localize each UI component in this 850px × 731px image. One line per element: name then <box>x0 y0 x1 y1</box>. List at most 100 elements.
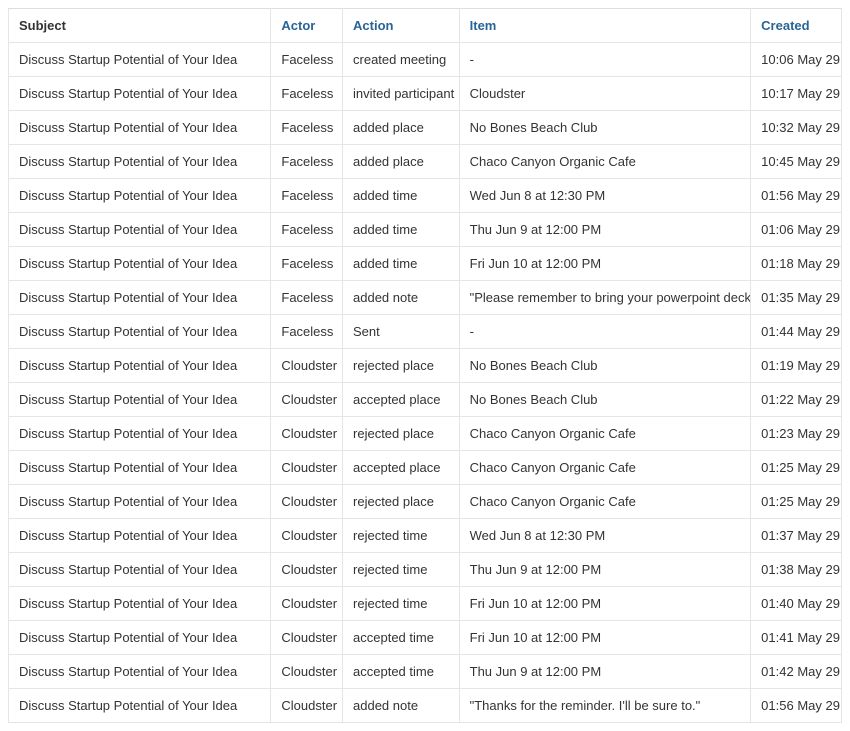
cell-subject: Discuss Startup Potential of Your Idea <box>9 451 271 485</box>
cell-created: 01:19 May 29 <box>751 349 842 383</box>
cell-subject: Discuss Startup Potential of Your Idea <box>9 43 271 77</box>
cell-item: - <box>459 43 751 77</box>
table-row: Discuss Startup Potential of Your IdeaCl… <box>9 451 842 485</box>
cell-created: 10:32 May 29 <box>751 111 842 145</box>
cell-subject: Discuss Startup Potential of Your Idea <box>9 349 271 383</box>
cell-subject: Discuss Startup Potential of Your Idea <box>9 587 271 621</box>
cell-actor: Faceless <box>271 213 343 247</box>
table-row: Discuss Startup Potential of Your IdeaFa… <box>9 315 842 349</box>
col-header-actor[interactable]: Actor <box>271 9 343 43</box>
cell-created: 01:23 May 29 <box>751 417 842 451</box>
cell-subject: Discuss Startup Potential of Your Idea <box>9 383 271 417</box>
cell-actor: Cloudster <box>271 451 343 485</box>
cell-item: Thu Jun 9 at 12:00 PM <box>459 655 751 689</box>
table-row: Discuss Startup Potential of Your IdeaCl… <box>9 417 842 451</box>
table-row: Discuss Startup Potential of Your IdeaCl… <box>9 587 842 621</box>
cell-created: 01:22 May 29 <box>751 383 842 417</box>
cell-action: accepted place <box>343 383 460 417</box>
table-row: Discuss Startup Potential of Your IdeaFa… <box>9 145 842 179</box>
cell-item: "Please remember to bring your powerpoin… <box>459 281 751 315</box>
cell-subject: Discuss Startup Potential of Your Idea <box>9 213 271 247</box>
cell-actor: Cloudster <box>271 587 343 621</box>
cell-subject: Discuss Startup Potential of Your Idea <box>9 247 271 281</box>
cell-action: added note <box>343 689 460 723</box>
cell-actor: Faceless <box>271 77 343 111</box>
table-row: Discuss Startup Potential of Your IdeaFa… <box>9 281 842 315</box>
table-row: Discuss Startup Potential of Your IdeaFa… <box>9 111 842 145</box>
table-row: Discuss Startup Potential of Your IdeaCl… <box>9 485 842 519</box>
cell-created: 10:06 May 29 <box>751 43 842 77</box>
table-row: Discuss Startup Potential of Your IdeaFa… <box>9 179 842 213</box>
cell-item: Fri Jun 10 at 12:00 PM <box>459 621 751 655</box>
cell-actor: Cloudster <box>271 519 343 553</box>
cell-actor: Cloudster <box>271 417 343 451</box>
cell-action: accepted time <box>343 621 460 655</box>
table-body: Discuss Startup Potential of Your IdeaFa… <box>9 43 842 723</box>
cell-subject: Discuss Startup Potential of Your Idea <box>9 553 271 587</box>
cell-action: rejected time <box>343 519 460 553</box>
cell-action: added note <box>343 281 460 315</box>
table-row: Discuss Startup Potential of Your IdeaCl… <box>9 689 842 723</box>
cell-subject: Discuss Startup Potential of Your Idea <box>9 519 271 553</box>
col-header-item[interactable]: Item <box>459 9 751 43</box>
cell-created: 01:06 May 29 <box>751 213 842 247</box>
table-row: Discuss Startup Potential of Your IdeaCl… <box>9 655 842 689</box>
cell-item: Cloudster <box>459 77 751 111</box>
cell-created: 10:17 May 29 <box>751 77 842 111</box>
cell-subject: Discuss Startup Potential of Your Idea <box>9 111 271 145</box>
cell-subject: Discuss Startup Potential of Your Idea <box>9 145 271 179</box>
cell-action: accepted place <box>343 451 460 485</box>
cell-item: "Thanks for the reminder. I'll be sure t… <box>459 689 751 723</box>
cell-action: added place <box>343 145 460 179</box>
cell-subject: Discuss Startup Potential of Your Idea <box>9 417 271 451</box>
cell-item: Wed Jun 8 at 12:30 PM <box>459 179 751 213</box>
cell-action: created meeting <box>343 43 460 77</box>
cell-created: 01:37 May 29 <box>751 519 842 553</box>
cell-created: 01:44 May 29 <box>751 315 842 349</box>
cell-action: added time <box>343 213 460 247</box>
table-row: Discuss Startup Potential of Your IdeaFa… <box>9 43 842 77</box>
cell-created: 01:56 May 29 <box>751 179 842 213</box>
cell-action: Sent <box>343 315 460 349</box>
cell-created: 01:25 May 29 <box>751 451 842 485</box>
cell-subject: Discuss Startup Potential of Your Idea <box>9 179 271 213</box>
cell-subject: Discuss Startup Potential of Your Idea <box>9 485 271 519</box>
cell-subject: Discuss Startup Potential of Your Idea <box>9 655 271 689</box>
cell-created: 01:42 May 29 <box>751 655 842 689</box>
table-row: Discuss Startup Potential of Your IdeaCl… <box>9 553 842 587</box>
cell-actor: Cloudster <box>271 383 343 417</box>
cell-subject: Discuss Startup Potential of Your Idea <box>9 621 271 655</box>
cell-actor: Faceless <box>271 43 343 77</box>
cell-action: invited participant <box>343 77 460 111</box>
cell-actor: Faceless <box>271 315 343 349</box>
cell-actor: Cloudster <box>271 621 343 655</box>
table-header-row: Subject Actor Action Item Created <box>9 9 842 43</box>
cell-created: 01:38 May 29 <box>751 553 842 587</box>
cell-item: Chaco Canyon Organic Cafe <box>459 417 751 451</box>
cell-actor: Cloudster <box>271 485 343 519</box>
cell-created: 01:18 May 29 <box>751 247 842 281</box>
cell-item: No Bones Beach Club <box>459 383 751 417</box>
cell-actor: Faceless <box>271 281 343 315</box>
cell-action: added time <box>343 247 460 281</box>
col-header-created[interactable]: Created <box>751 9 842 43</box>
cell-action: rejected time <box>343 553 460 587</box>
cell-item: Fri Jun 10 at 12:00 PM <box>459 247 751 281</box>
cell-action: added time <box>343 179 460 213</box>
cell-subject: Discuss Startup Potential of Your Idea <box>9 315 271 349</box>
cell-created: 10:45 May 29 <box>751 145 842 179</box>
col-header-subject: Subject <box>9 9 271 43</box>
cell-created: 01:40 May 29 <box>751 587 842 621</box>
cell-action: rejected place <box>343 417 460 451</box>
col-header-action[interactable]: Action <box>343 9 460 43</box>
cell-subject: Discuss Startup Potential of Your Idea <box>9 77 271 111</box>
cell-item: Chaco Canyon Organic Cafe <box>459 485 751 519</box>
cell-item: Thu Jun 9 at 12:00 PM <box>459 553 751 587</box>
cell-item: Chaco Canyon Organic Cafe <box>459 451 751 485</box>
table-row: Discuss Startup Potential of Your IdeaCl… <box>9 383 842 417</box>
table-row: Discuss Startup Potential of Your IdeaFa… <box>9 213 842 247</box>
cell-created: 01:35 May 29 <box>751 281 842 315</box>
cell-item: No Bones Beach Club <box>459 111 751 145</box>
cell-created: 01:25 May 29 <box>751 485 842 519</box>
cell-actor: Faceless <box>271 111 343 145</box>
